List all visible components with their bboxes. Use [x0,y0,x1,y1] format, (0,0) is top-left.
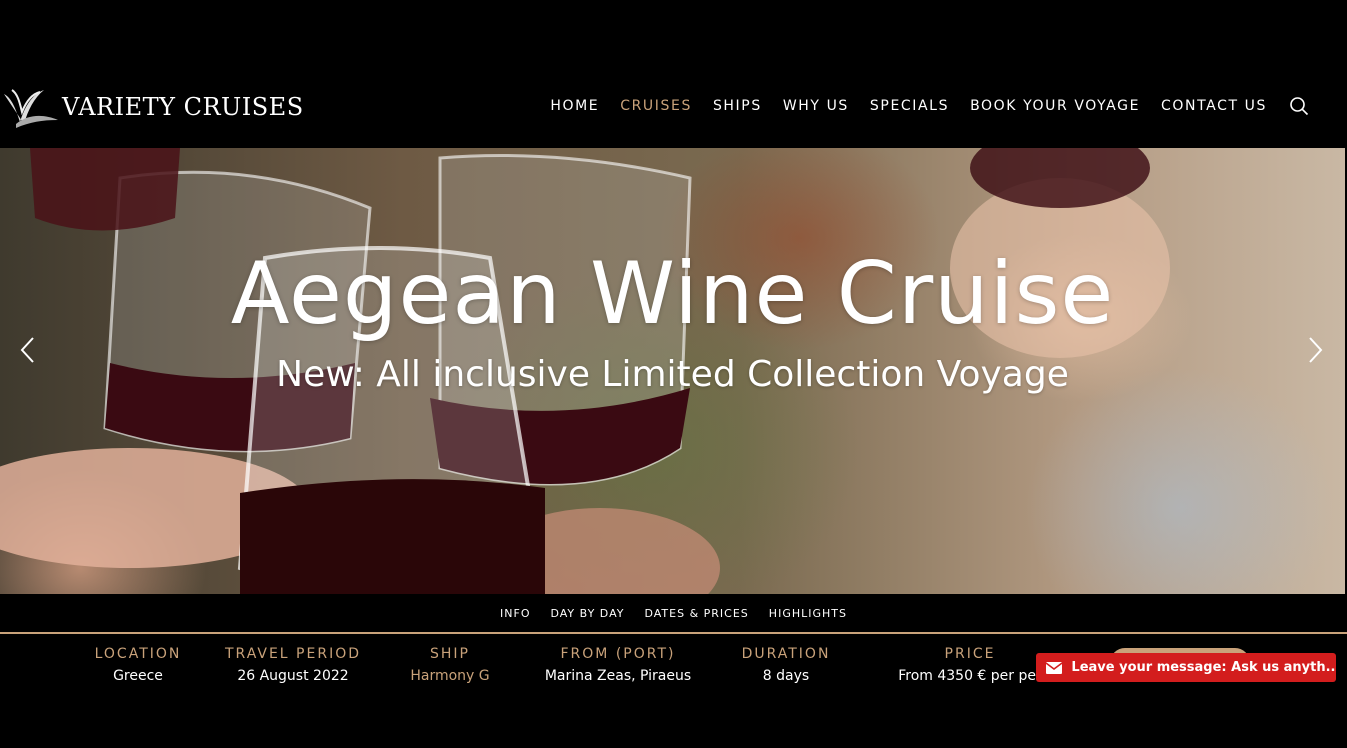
search-icon[interactable] [1289,96,1309,116]
chevron-right-icon[interactable] [1305,336,1325,364]
nav-home[interactable]: HOME [550,98,599,114]
main-nav: HOME CRUISES SHIPS WHY US SPECIALS BOOK … [529,96,1309,116]
info-value: 26 August 2022 [237,668,349,684]
chat-label: Leave your message: Ask us anyth... [1071,660,1336,675]
tab-highlights[interactable]: HIGHLIGHTS [769,607,847,620]
tab-info[interactable]: INFO [500,607,530,620]
logo-mark-icon [4,89,58,128]
info-value: Marina Zeas, Piraeus [544,668,692,684]
ship-link[interactable]: Harmony G [395,667,505,685]
info-label: TRAVEL PERIOD [224,646,361,662]
info-label: FROM (PORT) [560,646,676,662]
hero-subtitle: New: All inclusive Limited Collection Vo… [276,354,1069,395]
info-ship: SHIP Harmony G [395,646,505,686]
info-value: Greece [113,668,163,684]
info-travel-period: TRAVEL PERIOD 26 August 2022 [213,646,373,686]
info-label: DURATION [741,646,831,662]
info-label: LOCATION [94,646,182,662]
info-label: SHIP [430,646,470,662]
logo[interactable]: VARIETY CRUISES [2,84,304,130]
site-header: VARIETY CRUISES HOME CRUISES SHIPS WHY U… [0,0,1347,148]
tab-dates-prices[interactable]: DATES & PRICES [644,607,748,620]
envelope-icon [1036,653,1071,682]
nav-cruises[interactable]: CRUISES [620,98,692,114]
info-location: LOCATION Greece [78,646,198,686]
brand-name: VARIETY CRUISES [62,93,304,121]
nav-book-your-voyage[interactable]: BOOK YOUR VOYAGE [970,98,1140,114]
cruise-tabs: INFO DAY BY DAY DATES & PRICES HIGHLIGHT… [0,594,1347,634]
nav-contact-us[interactable]: CONTACT US [1161,98,1267,114]
info-value: 8 days [762,668,810,684]
info-duration: DURATION 8 days [726,646,846,686]
nav-specials[interactable]: SPECIALS [870,98,949,114]
chevron-left-icon[interactable] [18,336,38,364]
nav-why-us[interactable]: WHY US [783,98,849,114]
hero-banner: Aegean Wine Cruise New: All inclusive Li… [0,148,1345,594]
chat-widget[interactable]: Leave your message: Ask us anyth... [1036,653,1336,682]
hero-title: Aegean Wine Cruise [230,244,1115,344]
tab-day-by-day[interactable]: DAY BY DAY [550,607,624,620]
nav-ships[interactable]: SHIPS [713,98,762,114]
info-from-port: FROM (PORT) Marina Zeas, Piraeus [523,646,713,686]
